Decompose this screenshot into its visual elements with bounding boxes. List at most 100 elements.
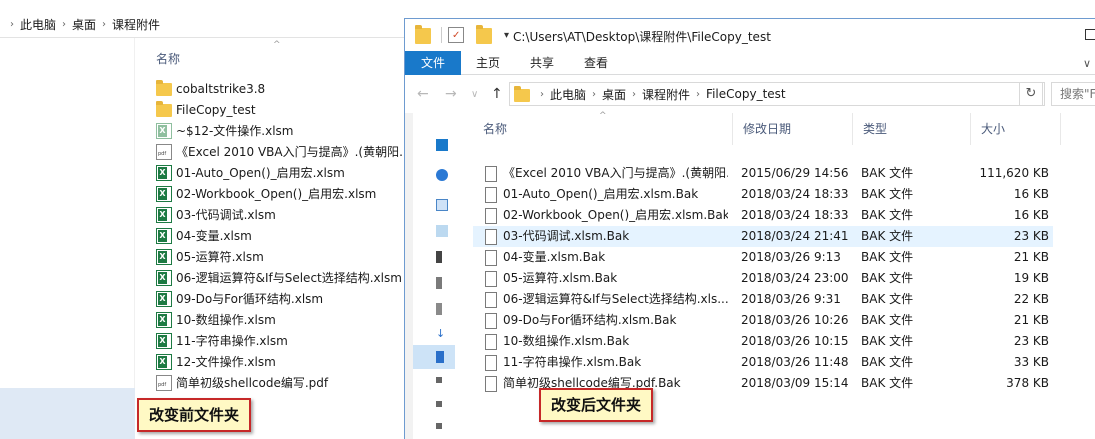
table-row[interactable]: 10-数组操作.xlsm.Bak 2018/03/26 10:15 BAK 文件 23… bbox=[473, 331, 1053, 352]
table-row[interactable]: 06-逻辑运算符&If与Select选择结构.xls... 2018/03/26 … bbox=[473, 289, 1053, 310]
cell-name: 10-数组操作.xlsm.Bak bbox=[483, 331, 728, 352]
tab-view[interactable]: 查看 bbox=[569, 51, 623, 75]
tab-file[interactable]: 文件 bbox=[405, 50, 461, 75]
breadcrumb-item[interactable]: 此电脑 › bbox=[20, 14, 72, 36]
cell-size: 33 KB bbox=[1013, 355, 1049, 369]
breadcrumb-item[interactable]: FileCopy_test bbox=[706, 83, 786, 105]
table-row[interactable]: 01-Auto_Open()_启用宏.xlsm.Bak 2018/03/24 18… bbox=[473, 184, 1053, 205]
onedrive-icon[interactable] bbox=[436, 169, 448, 181]
file-name: FileCopy_test bbox=[176, 102, 256, 117]
list-item[interactable]: FileCopy_test bbox=[156, 99, 256, 120]
file-name: 10-数组操作.xlsm bbox=[176, 313, 276, 327]
cell-size: 19 KB bbox=[1013, 271, 1049, 285]
table-row[interactable]: 03-代码调试.xlsm.Bak 2018/03/24 21:41 BAK 文件 23… bbox=[473, 226, 1053, 247]
quick-access-icon[interactable] bbox=[436, 139, 448, 151]
list-item[interactable]: 11-字符串操作.xlsm bbox=[156, 330, 288, 351]
list-item[interactable]: 05-运算符.xlsm bbox=[156, 246, 264, 267]
excel-file-icon bbox=[156, 227, 172, 244]
file-name: 01-Auto_Open()_启用宏.xlsm.Bak bbox=[503, 187, 699, 201]
cell-type: BAK 文件 bbox=[861, 271, 914, 285]
drive-icon[interactable] bbox=[436, 423, 442, 429]
list-item[interactable]: 12-文件操作.xlsm bbox=[156, 351, 276, 372]
cell-date: 2018/03/26 9:31 bbox=[741, 292, 841, 306]
breadcrumb-label: 此电脑 bbox=[550, 87, 587, 102]
new-folder-icon[interactable] bbox=[476, 25, 492, 44]
this-pc-icon[interactable] bbox=[436, 199, 448, 211]
column-header-size[interactable]: 大小 bbox=[971, 113, 1061, 145]
cell-name: 04-变量.xlsm.Bak bbox=[483, 247, 728, 268]
breadcrumb-item[interactable]: 桌面 › bbox=[602, 83, 642, 105]
window-title: C:\Users\AT\Desktop\课程附件\FileCopy_test bbox=[513, 30, 771, 44]
table-row[interactable]: 04-变量.xlsm.Bak 2018/03/26 9:13 BAK 文件 21 KB bbox=[473, 247, 1053, 268]
table-row[interactable]: 11-字符串操作.xlsm.Bak 2018/03/26 11:48 BAK 文件 3… bbox=[473, 352, 1053, 373]
excel-file-icon bbox=[156, 164, 172, 181]
left-file-list[interactable]: ^ 名称 cobaltstrike3.8 FileCopy_test ~$12-文件… bbox=[138, 38, 411, 439]
file-name: cobaltstrike3.8 bbox=[176, 81, 266, 96]
cell-name: 09-Do与For循环结构.xlsm.Bak bbox=[483, 310, 728, 331]
column-header-name[interactable]: 名称 bbox=[156, 50, 180, 67]
cell-date: 2018/03/24 18:33 bbox=[741, 208, 849, 222]
column-header-type[interactable]: 类型 bbox=[853, 113, 971, 145]
column-header-name[interactable]: 名称 bbox=[473, 113, 733, 145]
maximize-icon[interactable] bbox=[1085, 29, 1095, 40]
drive-icon[interactable] bbox=[436, 377, 442, 383]
file-name: 09-Do与For循环结构.xlsm.Bak bbox=[503, 313, 677, 327]
breadcrumb-item[interactable]: 课程附件 bbox=[112, 14, 160, 36]
forward-arrow-icon[interactable]: → bbox=[445, 86, 457, 102]
address-bar[interactable]: › 此电脑› 桌面› 课程附件› FileCopy_test ∨ bbox=[509, 82, 1045, 106]
left-breadcrumb[interactable]: › 此电脑 › 桌面 › 课程附件 bbox=[0, 12, 405, 38]
file-name: ~$12-文件操作.xlsm bbox=[176, 124, 294, 138]
list-item[interactable]: 简单初级shellcode编写.pdf bbox=[156, 372, 328, 393]
nav-scrollbar[interactable] bbox=[405, 113, 413, 439]
table-row[interactable]: 05-运算符.xlsm.Bak 2018/03/24 23:00 BAK 文件 19 … bbox=[473, 268, 1053, 289]
documents-icon[interactable] bbox=[436, 277, 442, 289]
drive-icon[interactable] bbox=[436, 251, 442, 263]
file-name: 05-运算符.xlsm bbox=[176, 250, 264, 264]
table-row[interactable]: 02-Workbook_Open()_启用宏.xlsm.Bak 2018/03/2… bbox=[473, 205, 1053, 226]
right-explorer-window: ✓ ▾ C:\Users\AT\Desktop\课程附件\FileCopy_te… bbox=[404, 18, 1095, 439]
drive-icon[interactable] bbox=[436, 401, 442, 407]
column-header-date[interactable]: 修改日期 bbox=[733, 113, 853, 145]
list-item[interactable]: cobaltstrike3.8 bbox=[156, 78, 265, 99]
list-item[interactable]: 06-逻辑运算符&If与Select选择结构.xlsm bbox=[156, 267, 402, 288]
cell-date: 2018/03/26 10:15 bbox=[741, 334, 849, 348]
breadcrumb-item[interactable]: 桌面 › bbox=[72, 14, 112, 36]
file-name: 《Excel 2010 VBA入门与提高》.(黄朝阳... bbox=[176, 145, 411, 159]
refresh-icon[interactable]: ↻ bbox=[1019, 82, 1043, 106]
chevron-right-icon: › bbox=[632, 88, 637, 100]
list-item[interactable]: 02-Workbook_Open()_启用宏.xlsm bbox=[156, 183, 376, 204]
ribbon-expand-chevron-icon[interactable]: ∨ bbox=[1083, 57, 1091, 70]
breadcrumb-item[interactable]: 此电脑 › bbox=[550, 83, 602, 105]
breadcrumb-root-chevron-icon[interactable]: › bbox=[534, 83, 550, 105]
breadcrumb-item[interactable]: 课程附件 › bbox=[642, 83, 706, 105]
table-row[interactable]: 09-Do与For循环结构.xlsm.Bak 2018/03/26 10:26 BA… bbox=[473, 310, 1053, 331]
list-item[interactable]: 03-代码调试.xlsm bbox=[156, 204, 276, 225]
left-navigation-pane[interactable] bbox=[0, 38, 135, 439]
tab-share[interactable]: 共享 bbox=[515, 51, 569, 75]
list-item[interactable]: 《Excel 2010 VBA入门与提高》.(黄朝阳... bbox=[156, 141, 411, 162]
bak-file-icon bbox=[485, 312, 497, 329]
file-name: 12-文件操作.xlsm bbox=[176, 355, 276, 369]
table-row[interactable]: 《Excel 2010 VBA入门与提高》.(黄朝阳... 2015/06/29 … bbox=[473, 163, 1053, 184]
title-bar[interactable]: ✓ ▾ C:\Users\AT\Desktop\课程附件\FileCopy_te… bbox=[405, 19, 1095, 51]
nav-selected-item[interactable] bbox=[0, 388, 135, 439]
list-item[interactable]: 04-变量.xlsm bbox=[156, 225, 252, 246]
cell-size: 16 KB bbox=[1013, 208, 1049, 222]
back-arrow-icon[interactable]: ← bbox=[417, 86, 429, 102]
drive-icon[interactable] bbox=[436, 225, 448, 237]
properties-checkbox-icon[interactable]: ✓ bbox=[448, 27, 464, 43]
list-item[interactable]: 09-Do与For循环结构.xlsm bbox=[156, 288, 323, 309]
cell-size: 111,620 KB bbox=[979, 166, 1049, 180]
pictures-icon[interactable] bbox=[436, 303, 442, 315]
list-item[interactable]: 01-Auto_Open()_启用宏.xlsm bbox=[156, 162, 345, 183]
tab-home[interactable]: 主页 bbox=[461, 51, 515, 75]
list-item[interactable]: 10-数组操作.xlsm bbox=[156, 309, 276, 330]
downloads-arrow-icon[interactable]: ↓ bbox=[436, 327, 446, 340]
quick-access-dropdown-icon[interactable]: ▾ bbox=[504, 30, 509, 41]
desktop-icon[interactable] bbox=[436, 351, 444, 363]
up-arrow-icon[interactable]: ↑ bbox=[491, 86, 503, 102]
recent-locations-chevron-icon[interactable]: ∨ bbox=[471, 89, 478, 100]
breadcrumb-root-chevron-icon[interactable]: › bbox=[0, 14, 20, 36]
search-input[interactable]: 搜索"F bbox=[1051, 82, 1095, 106]
list-item[interactable]: ~$12-文件操作.xlsm bbox=[156, 120, 293, 141]
